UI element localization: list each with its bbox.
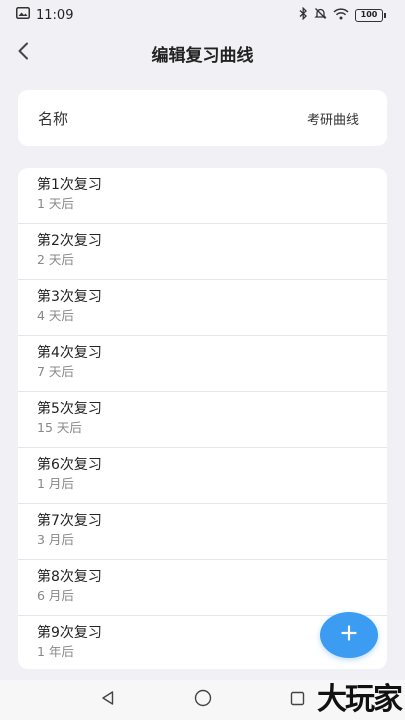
- review-title: 第4次复习: [37, 345, 102, 361]
- review-list: 第1次复习 1 天后 第2次复习 2 天后 第3次复习 4 天后 第4次复习 7…: [18, 168, 387, 669]
- nav-recents-button[interactable]: [278, 680, 318, 720]
- plus-icon: [341, 625, 357, 645]
- review-row-2[interactable]: 第2次复习 2 天后: [18, 224, 387, 280]
- review-title: 第7次复习: [37, 513, 102, 529]
- review-row-5[interactable]: 第5次复习 15 天后: [18, 392, 387, 448]
- review-title: 第8次复习: [37, 569, 102, 585]
- name-value[interactable]: 考研曲线: [307, 109, 359, 128]
- bluetooth-icon: [299, 6, 308, 23]
- review-interval: 7 天后: [37, 364, 74, 379]
- review-title: 第1次复习: [37, 177, 102, 193]
- review-interval: 2 天后: [37, 252, 74, 267]
- image-icon: [16, 7, 30, 23]
- review-row-1[interactable]: 第1次复习 1 天后: [18, 168, 387, 224]
- review-interval: 1 天后: [37, 196, 74, 211]
- app-header: 编辑复习曲线: [0, 30, 405, 76]
- review-title: 第6次复习: [37, 457, 102, 473]
- add-review-button[interactable]: [320, 612, 378, 658]
- review-row-7[interactable]: 第7次复习 3 月后: [18, 504, 387, 560]
- review-interval: 15 天后: [37, 420, 82, 435]
- review-interval: 1 月后: [37, 476, 74, 491]
- chevron-left-icon: [17, 42, 29, 64]
- mute-icon: [314, 7, 327, 23]
- name-label: 名称: [38, 109, 69, 128]
- watermark-logo: 大玩家: [317, 682, 403, 717]
- status-right: 100: [299, 6, 386, 23]
- recents-square-icon: [290, 691, 305, 710]
- review-interval: 4 天后: [37, 308, 74, 323]
- review-interval: 3 月后: [37, 532, 74, 547]
- review-row-6[interactable]: 第6次复习 1 月后: [18, 448, 387, 504]
- status-bar: 11:09 100: [0, 0, 405, 30]
- home-circle-icon: [194, 689, 212, 711]
- page-title: 编辑复习曲线: [151, 45, 254, 66]
- name-field-row[interactable]: 名称 考研曲线: [18, 90, 387, 146]
- review-row-4[interactable]: 第4次复习 7 天后: [18, 336, 387, 392]
- review-title: 第5次复习: [37, 401, 102, 417]
- back-triangle-icon: [100, 690, 116, 710]
- status-left: 11:09: [16, 7, 73, 23]
- nav-back-button[interactable]: [88, 680, 128, 720]
- review-row-3[interactable]: 第3次复习 4 天后: [18, 280, 387, 336]
- battery-icon: 100: [355, 8, 386, 22]
- review-interval: 6 月后: [37, 588, 74, 603]
- review-row-8[interactable]: 第8次复习 6 月后: [18, 560, 387, 616]
- review-title: 第2次复习: [37, 233, 102, 249]
- back-button[interactable]: [8, 38, 38, 68]
- clock-time: 11:09: [36, 7, 74, 23]
- review-title: 第3次复习: [37, 289, 102, 305]
- nav-home-button[interactable]: [183, 680, 223, 720]
- wifi-icon: [333, 7, 349, 23]
